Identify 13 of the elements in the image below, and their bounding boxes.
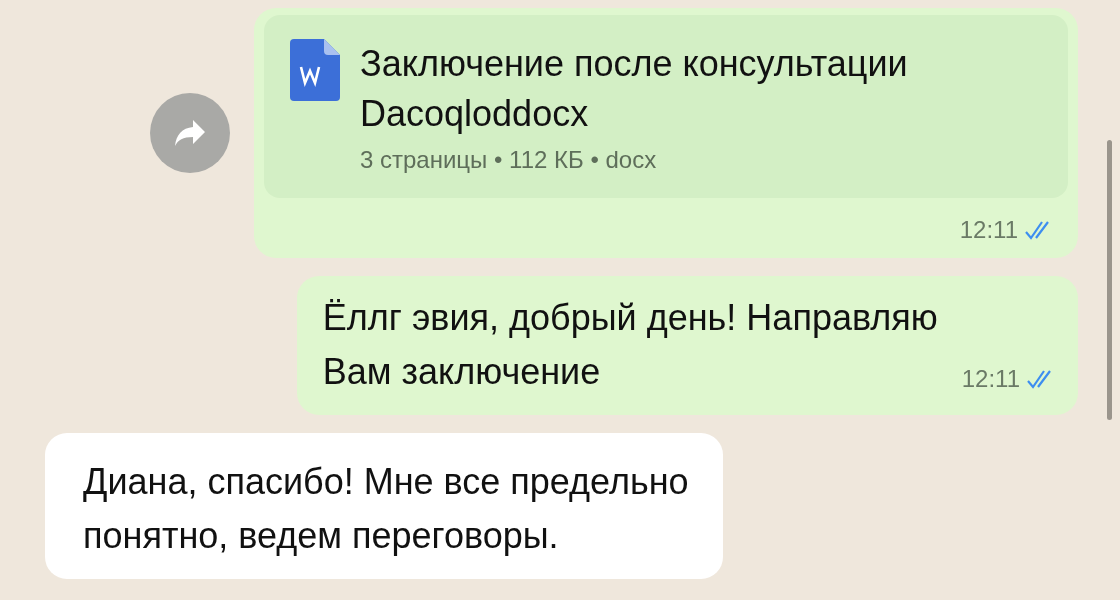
forward-arrow-icon — [173, 117, 207, 148]
message-time: 12:11 — [959, 215, 1018, 244]
word-document-icon — [290, 39, 340, 101]
file-details: 3 страницы • 112 КБ • docx — [360, 145, 657, 173]
message-time: 12:11 — [961, 364, 1020, 393]
file-title: Заключение после консультации — [360, 43, 908, 84]
message-text: Вам заключение — [322, 350, 601, 392]
scrollbar[interactable] — [1107, 140, 1112, 420]
document-card[interactable]: Заключение после консультации Dacoqloddocx 3 страницы • 112 КБ • docx — [264, 15, 1068, 198]
file-name: Dacoqloddocx — [360, 93, 589, 135]
message-text: Диана, спасибо! Мне все предельно — [83, 460, 689, 502]
message-text: Ёллг эвия, добрый день! Направляю — [322, 296, 938, 338]
message-text: понятно, ведем переговоры. — [83, 514, 559, 556]
